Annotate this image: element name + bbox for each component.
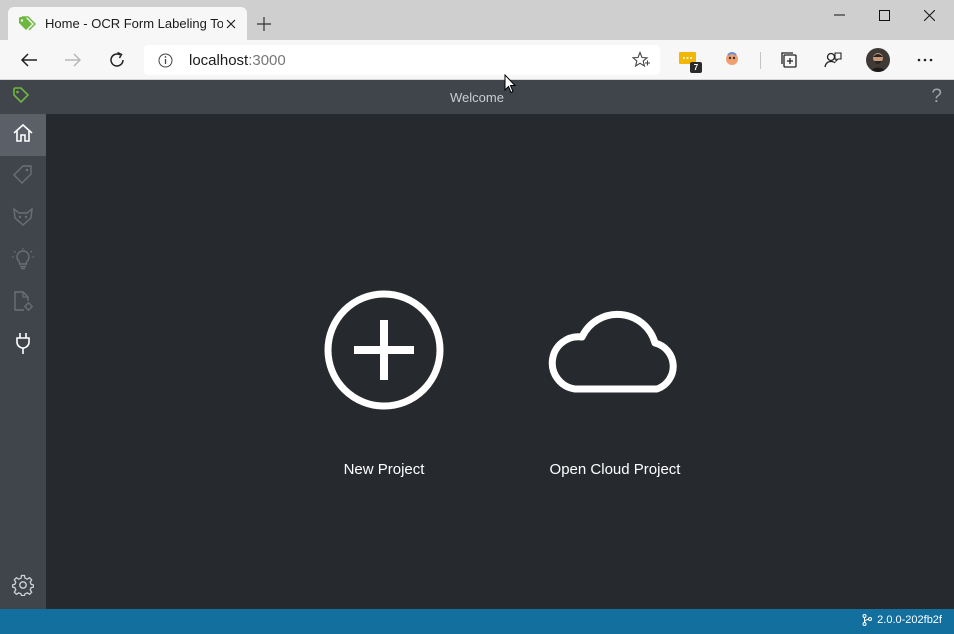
- sidebar-item-connections[interactable]: [0, 324, 46, 366]
- version-info: 2.0.0-202fb2f: [862, 614, 942, 626]
- plus-circle-icon[interactable]: [320, 290, 448, 418]
- help-icon[interactable]: ?: [931, 86, 942, 108]
- url-port: :3000: [248, 51, 286, 69]
- favorite-star-icon[interactable]: [631, 51, 650, 69]
- fox-icon: [12, 206, 34, 232]
- gear-icon: [11, 574, 35, 601]
- sidebar-item-predict[interactable]: [0, 240, 46, 282]
- minimize-icon[interactable]: [816, 0, 862, 30]
- sidebar-item-project-settings[interactable]: [0, 282, 46, 324]
- version-label: 2.0.0-202fb2f: [877, 614, 942, 626]
- feedback-icon[interactable]: [817, 46, 849, 74]
- mouse-cursor-icon: [504, 73, 517, 94]
- more-options-icon[interactable]: [909, 46, 941, 74]
- sidebar: [0, 114, 46, 609]
- back-arrow-icon[interactable]: [13, 46, 45, 74]
- url-host: localhost: [189, 51, 249, 69]
- profile-avatar[interactable]: [866, 48, 890, 72]
- tab-favicon-tag-icon: [18, 15, 36, 33]
- sidebar-item-settings[interactable]: [0, 566, 46, 608]
- document-settings-icon: [12, 290, 34, 317]
- home-icon: [12, 123, 34, 148]
- address-bar[interactable]: localhost:3000: [144, 45, 660, 75]
- open-cloud-project-label[interactable]: Open Cloud Project: [540, 461, 690, 478]
- browser-toolbar: localhost:3000 7: [0, 40, 954, 80]
- browser-tab[interactable]: Home - OCR Form Labeling Tool: [8, 7, 247, 40]
- maximize-icon[interactable]: [861, 0, 907, 30]
- tab-title: Home - OCR Form Labeling Tool: [45, 16, 223, 31]
- git-branch-icon: [862, 614, 873, 626]
- tab-close-icon[interactable]: [223, 16, 239, 32]
- status-bar: 2.0.0-202fb2f: [0, 609, 954, 634]
- tab-strip: Home - OCR Form Labeling Tool: [0, 0, 954, 40]
- new-project-card[interactable]: New Project: [320, 286, 448, 478]
- tag-icon: [12, 164, 34, 190]
- sidebar-item-home[interactable]: [0, 114, 46, 156]
- page-title: Welcome: [450, 90, 504, 105]
- close-window-icon[interactable]: [906, 0, 952, 30]
- sidebar-item-tags[interactable]: [0, 156, 46, 198]
- toolbar-separator: [760, 52, 761, 69]
- open-cloud-project-card[interactable]: Open Cloud Project: [540, 286, 690, 478]
- cloud-icon[interactable]: [540, 310, 690, 418]
- extension-badge: 7: [690, 62, 702, 73]
- lightbulb-icon: [12, 247, 34, 275]
- app-title-bar: Welcome ?: [0, 80, 954, 114]
- collections-icon[interactable]: [773, 46, 805, 74]
- new-tab-plus-icon[interactable]: [254, 14, 274, 34]
- refresh-icon[interactable]: [101, 46, 133, 74]
- extension-profile-icon[interactable]: [716, 46, 748, 74]
- plug-icon: [12, 332, 34, 359]
- new-project-label[interactable]: New Project: [320, 461, 448, 478]
- main-content: New Project Open Cloud Project: [46, 114, 954, 609]
- forward-arrow-icon[interactable]: [57, 46, 89, 74]
- sidebar-item-model[interactable]: [0, 198, 46, 240]
- site-info-icon[interactable]: [158, 52, 174, 68]
